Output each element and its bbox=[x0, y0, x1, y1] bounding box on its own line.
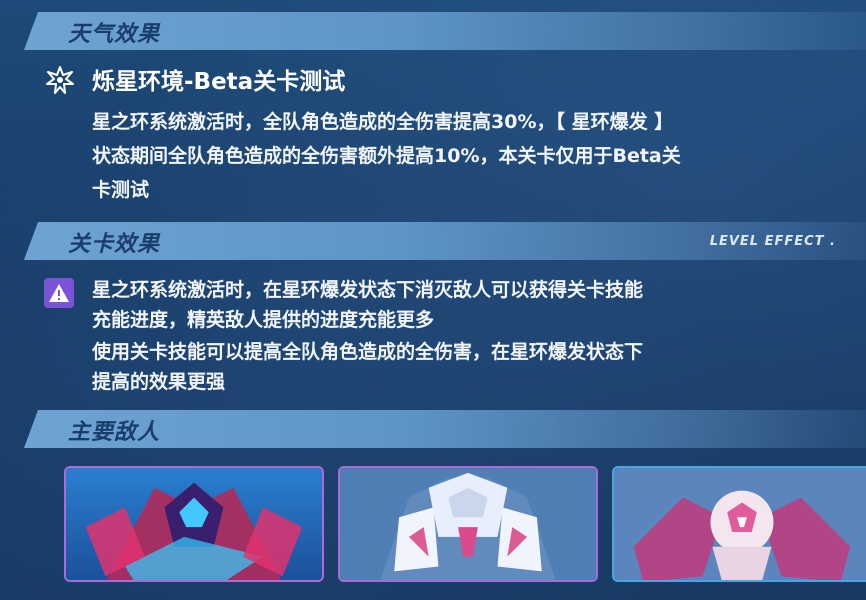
enemy-card-1[interactable] bbox=[64, 466, 324, 582]
warning-icon bbox=[44, 278, 74, 308]
weather-section-header: 天气效果 bbox=[24, 12, 866, 50]
enemy-card-2[interactable] bbox=[338, 466, 598, 582]
star-burst-icon bbox=[46, 66, 74, 94]
enemy-card-3[interactable] bbox=[612, 466, 866, 582]
level-desc-line-2: 充能进度，精英敌人提供的进度充能更多 bbox=[92, 309, 435, 331]
weather-desc-line-1: 星之环系统激活时，全队角色造成的全伤害提高30%，【 星环爆发 】 bbox=[92, 111, 674, 133]
weather-desc-line-2: 状态期间全队角色造成的全伤害额外提高10%，本关卡仅用于Beta关 bbox=[92, 145, 681, 167]
enemy-portrait-2 bbox=[340, 468, 596, 580]
level-section-title: 关卡效果 bbox=[68, 232, 161, 257]
enemies-section-title: 主要敌人 bbox=[68, 420, 161, 445]
weather-section-title: 天气效果 bbox=[68, 22, 161, 47]
level-desc-line-3: 使用关卡技能可以提高全队角色造成的全伤害，在星环爆发状态下 bbox=[92, 341, 644, 363]
level-section-header: 关卡效果 LEVEL EFFECT . bbox=[24, 222, 866, 260]
level-section-subtitle: LEVEL EFFECT . bbox=[709, 234, 836, 249]
level-desc-line-1: 星之环系统激活时，在星环爆发状态下消灭敌人可以获得关卡技能 bbox=[92, 279, 644, 301]
weather-desc-line-3: 卡测试 bbox=[92, 179, 150, 201]
enemies-section-header: 主要敌人 bbox=[24, 410, 866, 448]
weather-effect-title: 烁星环境-Beta关卡测试 bbox=[92, 69, 346, 95]
enemy-portrait-3 bbox=[614, 468, 866, 580]
enemy-portrait-1 bbox=[66, 468, 322, 580]
level-desc-line-4: 提高的效果更强 bbox=[92, 371, 226, 393]
